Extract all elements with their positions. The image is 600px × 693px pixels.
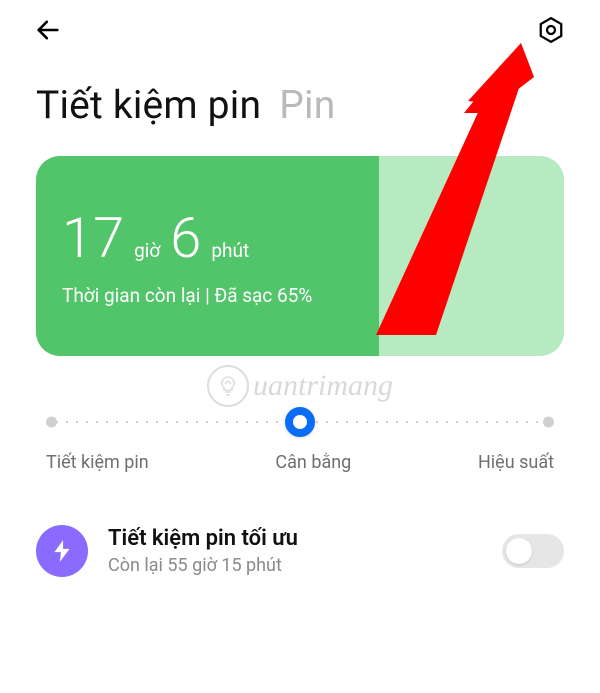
- ultra-saver-title: Tiết kiệm pin tối ưu: [108, 526, 482, 551]
- watermark-text: uantrimang: [253, 369, 393, 403]
- ultra-saver-row[interactable]: Tiết kiệm pin tối ưu Còn lại 55 giờ 15 p…: [0, 483, 600, 577]
- slider-track[interactable]: [46, 412, 554, 432]
- lightbulb-icon: [207, 365, 249, 407]
- minutes-value: 6: [170, 210, 201, 266]
- slider-label-balanced: Cân bằng: [275, 452, 351, 473]
- bolt-icon-wrap: [36, 525, 88, 577]
- slider-tick-right[interactable]: [543, 417, 554, 428]
- tab-battery-saver[interactable]: Tiết kiệm pin: [36, 82, 261, 128]
- battery-card[interactable]: 17 giờ 6 phút Thời gian còn lại | Đã sạc…: [36, 156, 564, 356]
- back-button[interactable]: [28, 10, 68, 54]
- slider-thumb[interactable]: [285, 407, 315, 437]
- back-icon: [34, 16, 62, 44]
- ultra-saver-text: Tiết kiệm pin tối ưu Còn lại 55 giờ 15 p…: [108, 526, 482, 576]
- watermark: uantrimang: [207, 365, 393, 407]
- battery-status-text: Thời gian còn lại | Đã sạc 65%: [62, 284, 353, 307]
- time-remaining: 17 giờ 6 phút: [62, 210, 353, 266]
- hours-value: 17: [62, 210, 124, 266]
- slider-labels: Tiết kiệm pin Cân bằng Hiệu suất: [46, 452, 554, 473]
- bolt-icon: [49, 538, 75, 564]
- slider-tick-left[interactable]: [46, 417, 57, 428]
- hours-unit: giờ: [134, 241, 160, 266]
- battery-card-empty: [379, 156, 564, 356]
- gear-icon: [536, 15, 566, 45]
- ultra-saver-toggle[interactable]: [502, 534, 564, 568]
- mode-slider[interactable]: Tiết kiệm pin Cân bằng Hiệu suất: [46, 412, 554, 473]
- toggle-knob: [506, 538, 532, 564]
- ultra-saver-subtitle: Còn lại 55 giờ 15 phút: [108, 555, 482, 576]
- top-bar: [0, 0, 600, 64]
- settings-button[interactable]: [530, 9, 572, 55]
- title-tabs: Tiết kiệm pin Pin: [0, 64, 600, 156]
- slider-label-performance: Hiệu suất: [478, 452, 554, 473]
- battery-card-main: 17 giờ 6 phút Thời gian còn lại | Đã sạc…: [36, 156, 379, 356]
- minutes-unit: phút: [211, 241, 249, 266]
- tab-battery[interactable]: Pin: [279, 82, 335, 128]
- slider-label-saver: Tiết kiệm pin: [46, 452, 149, 473]
